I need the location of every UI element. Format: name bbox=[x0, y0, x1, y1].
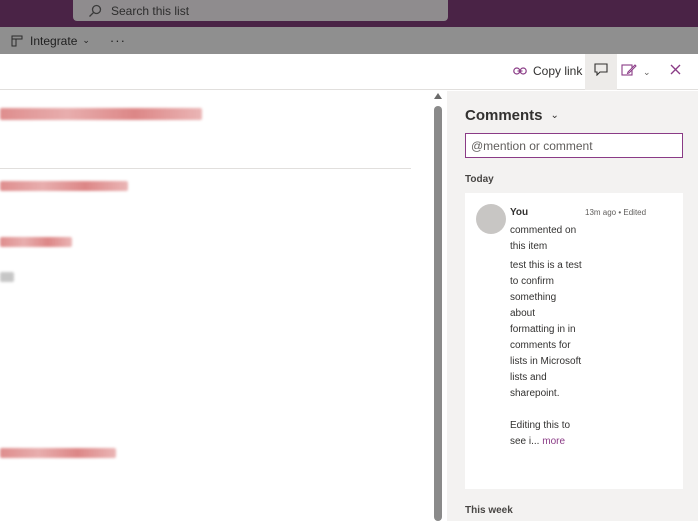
chevron-down-icon: ⌄ bbox=[643, 67, 651, 77]
scroll-thumb[interactable] bbox=[434, 106, 442, 521]
comment-action: commented on this item bbox=[510, 225, 577, 252]
search-box[interactable]: Search this list bbox=[73, 0, 448, 21]
redacted-field bbox=[0, 448, 116, 458]
comments-header[interactable]: Comments ⌄ bbox=[465, 107, 559, 124]
redacted-title bbox=[0, 108, 202, 120]
redacted-field bbox=[0, 237, 72, 247]
comment-card: You 13m ago • Edited commented on this i… bbox=[465, 193, 683, 489]
group-label-today: Today bbox=[465, 174, 494, 185]
panel-toolbar: Copy link ⌄ bbox=[0, 54, 698, 90]
divider bbox=[0, 168, 411, 169]
close-icon bbox=[670, 62, 681, 80]
more-button[interactable]: ··· bbox=[110, 33, 126, 48]
close-button[interactable] bbox=[666, 62, 684, 80]
search-placeholder: Search this list bbox=[111, 3, 190, 18]
link-icon bbox=[513, 64, 527, 78]
redacted-field bbox=[0, 181, 128, 191]
chevron-down-icon: ⌄ bbox=[82, 35, 90, 45]
command-bar: Integrate ⌄ ··· bbox=[0, 27, 698, 54]
item-content-redacted bbox=[0, 91, 432, 521]
integrate-icon bbox=[10, 34, 24, 48]
scrollbar[interactable] bbox=[432, 91, 444, 521]
scroll-up-arrow-icon[interactable] bbox=[434, 93, 442, 99]
comment-icon bbox=[594, 63, 608, 81]
group-label-week: This week bbox=[465, 505, 513, 516]
comments-pane: Comments ⌄ Today You 13m ago • Edited co… bbox=[447, 91, 698, 521]
redacted-field bbox=[0, 272, 14, 282]
comment-text: test this is a test to confirm something… bbox=[510, 260, 582, 447]
copy-link-button[interactable]: Copy link bbox=[513, 64, 582, 78]
comment-author: You bbox=[510, 207, 529, 218]
comment-input[interactable] bbox=[465, 133, 683, 158]
search-icon bbox=[87, 3, 103, 19]
more-link[interactable]: more bbox=[542, 436, 565, 447]
suite-bar: Search this list bbox=[0, 0, 698, 27]
chevron-down-icon: ⌄ bbox=[550, 110, 559, 121]
copy-link-label: Copy link bbox=[533, 64, 583, 78]
integrate-label: Integrate bbox=[30, 33, 78, 48]
avatar bbox=[476, 204, 506, 234]
comment-body: test this is a test to confirm something… bbox=[510, 258, 582, 450]
integrate-button[interactable]: Integrate ⌄ bbox=[10, 34, 90, 48]
comments-toggle-button[interactable] bbox=[585, 54, 617, 90]
edit-form-button[interactable]: ⌄ bbox=[621, 63, 651, 82]
edit-form-icon bbox=[621, 63, 637, 82]
comment-timestamp: 13m ago • Edited bbox=[585, 208, 647, 217]
comments-title: Comments bbox=[465, 107, 543, 124]
item-panel: Copy link ⌄ Comments ⌄ @mention or comme… bbox=[0, 54, 698, 521]
